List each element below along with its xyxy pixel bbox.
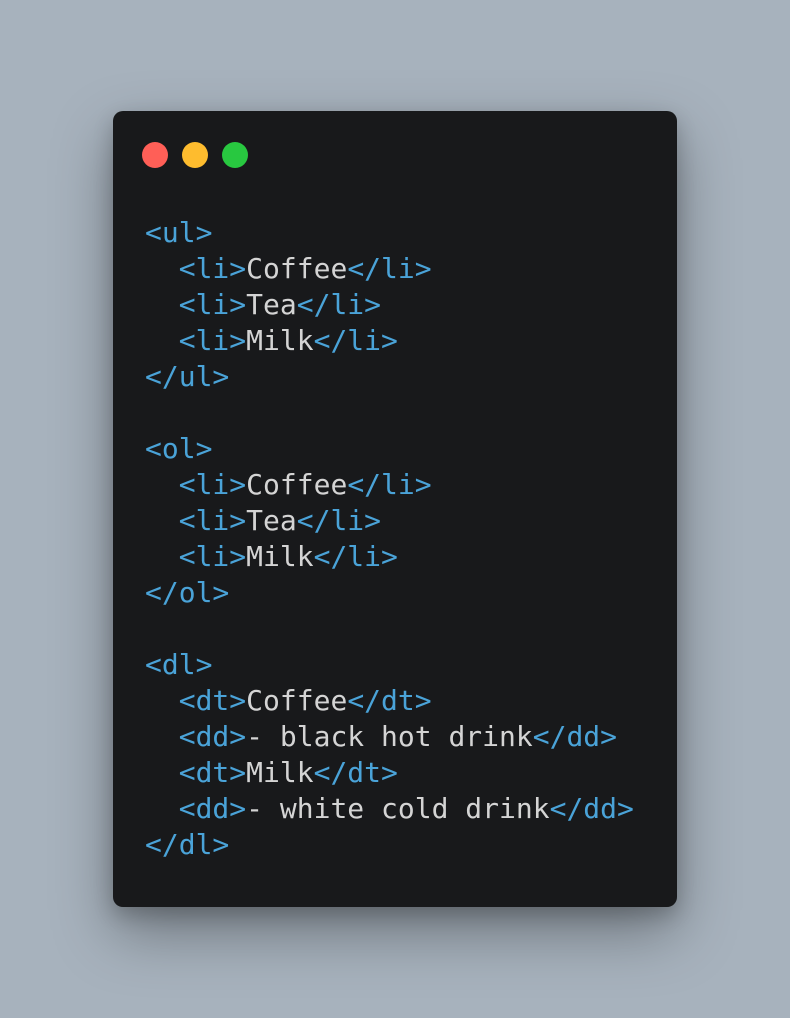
code-text-token: Tea xyxy=(246,504,297,537)
code-text-token: - white cold drink xyxy=(246,792,550,825)
code-text-token: - black hot drink xyxy=(246,720,533,753)
code-text-token: Milk xyxy=(246,756,314,789)
code-line: <ul> xyxy=(145,215,634,251)
code-tag-token: <dd> xyxy=(178,792,247,825)
code-line: <li>Coffee</li> xyxy=(145,467,634,503)
code-tag-token: <li> xyxy=(178,540,247,573)
code-tag-token: </ul> xyxy=(145,360,230,393)
code-tag-token: </li> xyxy=(296,504,382,537)
code-line: </ol> xyxy=(145,575,634,611)
code-tag-token: <li> xyxy=(178,288,247,321)
code-line: <li>Milk</li> xyxy=(145,323,634,359)
minimize-dot-icon[interactable] xyxy=(182,142,208,168)
code-line: <dd>- black hot drink</dd> xyxy=(145,719,634,755)
code-text-token: Coffee xyxy=(246,684,348,717)
close-dot-icon[interactable] xyxy=(142,142,168,168)
code-tag-token: <ul> xyxy=(145,216,213,249)
code-line: <li>Tea</li> xyxy=(145,503,634,539)
code-tag-token: <dt> xyxy=(178,756,247,789)
code-tag-token: </li> xyxy=(296,288,382,321)
code-text-token: Coffee xyxy=(246,468,348,501)
code-tag-token: <dd> xyxy=(178,720,247,753)
code-line: </dl> xyxy=(145,827,634,863)
code-line: <li>Milk</li> xyxy=(145,539,634,575)
code-text-token: Coffee xyxy=(246,252,348,285)
window-controls xyxy=(142,142,248,168)
code-tag-token: <li> xyxy=(178,468,247,501)
code-line: <dt>Coffee</dt> xyxy=(145,683,634,719)
code-line: <li>Coffee</li> xyxy=(145,251,634,287)
code-block: <ul> <li>Coffee</li> <li>Tea</li> <li>Mi… xyxy=(145,215,634,863)
code-text-token: Tea xyxy=(246,288,297,321)
code-tag-token: </li> xyxy=(347,252,432,285)
code-text-token: Milk xyxy=(246,540,314,573)
code-tag-token: <li> xyxy=(178,504,247,537)
code-text-token: Milk xyxy=(246,324,314,357)
code-tag-token: </dd> xyxy=(532,720,618,753)
code-tag-token: </li> xyxy=(347,468,432,501)
code-tag-token: <li> xyxy=(178,324,247,357)
code-tag-token: </dl> xyxy=(145,828,230,861)
code-tag-token: <li> xyxy=(178,252,247,285)
code-line: <dl> xyxy=(145,647,634,683)
code-line: <dt>Milk</dt> xyxy=(145,755,634,791)
code-line: </ul> xyxy=(145,359,634,395)
code-tag-token: <ol> xyxy=(145,432,213,465)
code-line: <li>Tea</li> xyxy=(145,287,634,323)
code-tag-token: </ol> xyxy=(145,576,230,609)
code-tag-token: <dt> xyxy=(178,684,247,717)
code-line: <ol> xyxy=(145,431,634,467)
code-tag-token: </li> xyxy=(313,324,398,357)
code-tag-token: </dt> xyxy=(313,756,398,789)
code-tag-token: </dt> xyxy=(347,684,432,717)
code-window: <ul> <li>Coffee</li> <li>Tea</li> <li>Mi… xyxy=(113,111,677,907)
code-tag-token: <dl> xyxy=(145,648,213,681)
maximize-dot-icon[interactable] xyxy=(222,142,248,168)
code-tag-token: </li> xyxy=(313,540,398,573)
code-tag-token: </dd> xyxy=(549,792,634,825)
code-line: <dd>- white cold drink</dd> xyxy=(145,791,634,827)
